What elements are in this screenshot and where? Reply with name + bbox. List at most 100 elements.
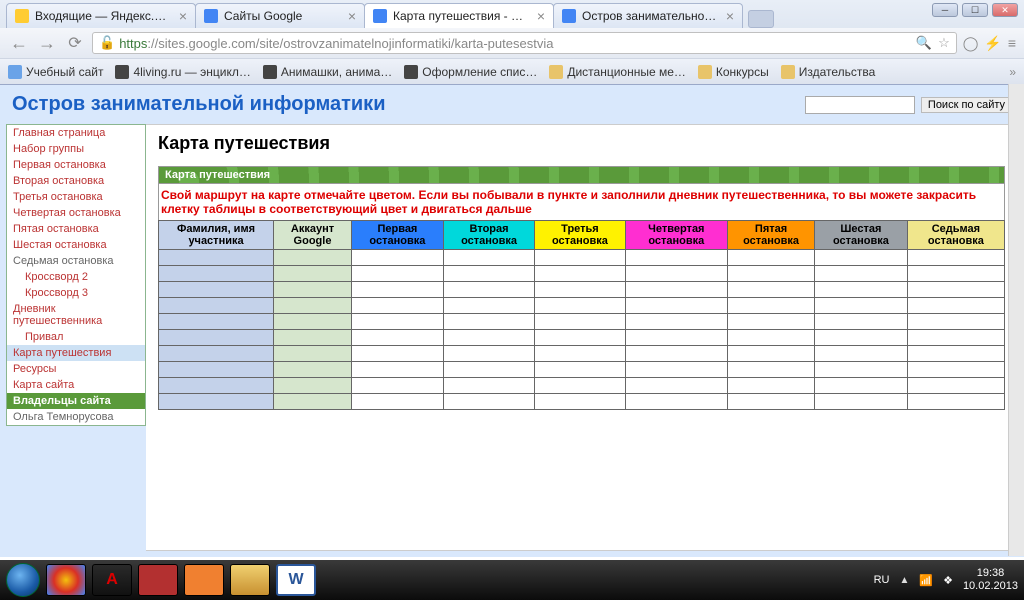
browser-tab-0[interactable]: Входящие — Яндекс.Поч × <box>6 3 196 28</box>
table-cell[interactable] <box>159 250 274 266</box>
browser-tab-2[interactable]: Карта путешествия - Ост × <box>364 3 554 28</box>
table-cell[interactable] <box>907 378 1004 394</box>
table-cell[interactable] <box>351 314 443 330</box>
bookmark-item[interactable]: Конкурсы <box>698 65 769 79</box>
taskbar-app-word[interactable]: W <box>276 564 316 596</box>
table-cell[interactable] <box>907 250 1004 266</box>
table-cell[interactable] <box>815 266 908 282</box>
table-cell[interactable] <box>351 266 443 282</box>
taskbar-app[interactable] <box>184 564 224 596</box>
table-cell[interactable] <box>443 314 534 330</box>
table-cell[interactable] <box>625 378 727 394</box>
table-cell[interactable] <box>351 362 443 378</box>
table-cell[interactable] <box>274 282 352 298</box>
table-cell[interactable] <box>907 298 1004 314</box>
sidebar-item[interactable]: Третья остановка <box>7 189 145 205</box>
table-cell[interactable] <box>815 394 908 410</box>
table-cell[interactable] <box>625 250 727 266</box>
table-cell[interactable] <box>443 330 534 346</box>
table-cell[interactable] <box>815 378 908 394</box>
window-close-button[interactable]: ✕ <box>992 3 1018 17</box>
close-icon[interactable]: × <box>726 8 734 24</box>
window-maximize-button[interactable]: ☐ <box>962 3 988 17</box>
sidebar-item[interactable]: Пятая остановка <box>7 221 145 237</box>
new-tab-button[interactable] <box>748 10 774 28</box>
back-button[interactable]: ← <box>8 32 30 54</box>
table-cell[interactable] <box>815 298 908 314</box>
table-cell[interactable] <box>159 298 274 314</box>
table-cell[interactable] <box>351 330 443 346</box>
table-cell[interactable] <box>815 362 908 378</box>
table-cell[interactable] <box>351 282 443 298</box>
table-cell[interactable] <box>728 394 815 410</box>
table-cell[interactable] <box>535 314 625 330</box>
taskbar-app-chrome[interactable] <box>46 564 86 596</box>
table-cell[interactable] <box>625 330 727 346</box>
table-cell[interactable] <box>535 346 625 362</box>
start-button[interactable] <box>6 563 40 597</box>
sidebar-item[interactable]: Ресурсы <box>7 361 145 377</box>
table-cell[interactable] <box>159 362 274 378</box>
table-cell[interactable] <box>443 282 534 298</box>
extension-icon[interactable]: ◯ <box>963 35 979 52</box>
table-cell[interactable] <box>815 330 908 346</box>
table-cell[interactable] <box>728 330 815 346</box>
table-cell[interactable] <box>907 282 1004 298</box>
bookmarks-overflow-icon[interactable]: » <box>1009 65 1016 79</box>
bookmark-item[interactable]: Учебный сайт <box>8 65 103 79</box>
table-cell[interactable] <box>274 298 352 314</box>
table-cell[interactable] <box>728 378 815 394</box>
table-cell[interactable] <box>728 362 815 378</box>
sidebar-subitem[interactable]: Привал <box>7 329 145 345</box>
bookmark-star-icon[interactable]: ☆ <box>938 35 950 51</box>
window-minimize-button[interactable]: ─ <box>932 3 958 17</box>
table-cell[interactable] <box>274 346 352 362</box>
search-input[interactable] <box>805 96 915 114</box>
extension-icon[interactable]: ⚡ <box>984 35 1001 52</box>
sidebar-item[interactable]: Дневник путешественника <box>7 301 145 329</box>
sidebar-item[interactable]: Седьмая остановка <box>7 253 145 269</box>
table-cell[interactable] <box>907 330 1004 346</box>
table-cell[interactable] <box>728 282 815 298</box>
sidebar-owner[interactable]: Ольга Темнорусова <box>7 409 145 425</box>
table-cell[interactable] <box>274 378 352 394</box>
search-icon[interactable]: 🔍 <box>916 35 932 51</box>
bookmark-item[interactable]: Анимашки, анима… <box>263 65 392 79</box>
table-cell[interactable] <box>625 282 727 298</box>
sidebar-item[interactable]: Четвертая остановка <box>7 205 145 221</box>
table-cell[interactable] <box>159 266 274 282</box>
menu-icon[interactable]: ≡ <box>1008 35 1016 52</box>
tray-icon[interactable]: ❖ <box>943 574 953 587</box>
table-cell[interactable] <box>728 250 815 266</box>
sidebar-item[interactable]: Набор группы <box>7 141 145 157</box>
table-cell[interactable] <box>535 250 625 266</box>
table-cell[interactable] <box>625 346 727 362</box>
table-cell[interactable] <box>159 282 274 298</box>
reload-button[interactable]: ⟳ <box>64 32 86 54</box>
bookmark-item[interactable]: Дистанционные ме… <box>549 65 686 79</box>
table-cell[interactable] <box>907 394 1004 410</box>
table-cell[interactable] <box>535 378 625 394</box>
table-cell[interactable] <box>443 266 534 282</box>
table-cell[interactable] <box>625 298 727 314</box>
table-cell[interactable] <box>351 394 443 410</box>
table-cell[interactable] <box>907 314 1004 330</box>
table-cell[interactable] <box>443 298 534 314</box>
browser-tab-1[interactable]: Сайты Google × <box>195 3 365 28</box>
tray-overflow-icon[interactable]: ▲ <box>899 575 909 586</box>
close-icon[interactable]: × <box>179 8 187 24</box>
table-cell[interactable] <box>815 250 908 266</box>
table-cell[interactable] <box>443 394 534 410</box>
sidebar-item-selected[interactable]: Карта путешествия <box>7 345 145 361</box>
sidebar-item[interactable]: Первая остановка <box>7 157 145 173</box>
clock[interactable]: 19:38 10.02.2013 <box>963 567 1018 593</box>
bookmark-item[interactable]: 4living.ru — энцикл… <box>115 65 250 79</box>
table-cell[interactable] <box>535 266 625 282</box>
table-cell[interactable] <box>443 346 534 362</box>
table-cell[interactable] <box>274 330 352 346</box>
sidebar-item[interactable]: Шестая остановка <box>7 237 145 253</box>
sidebar-subitem[interactable]: Кроссворд 2 <box>7 269 145 285</box>
table-cell[interactable] <box>625 362 727 378</box>
table-cell[interactable] <box>535 330 625 346</box>
bookmark-item[interactable]: Оформление спис… <box>404 65 537 79</box>
